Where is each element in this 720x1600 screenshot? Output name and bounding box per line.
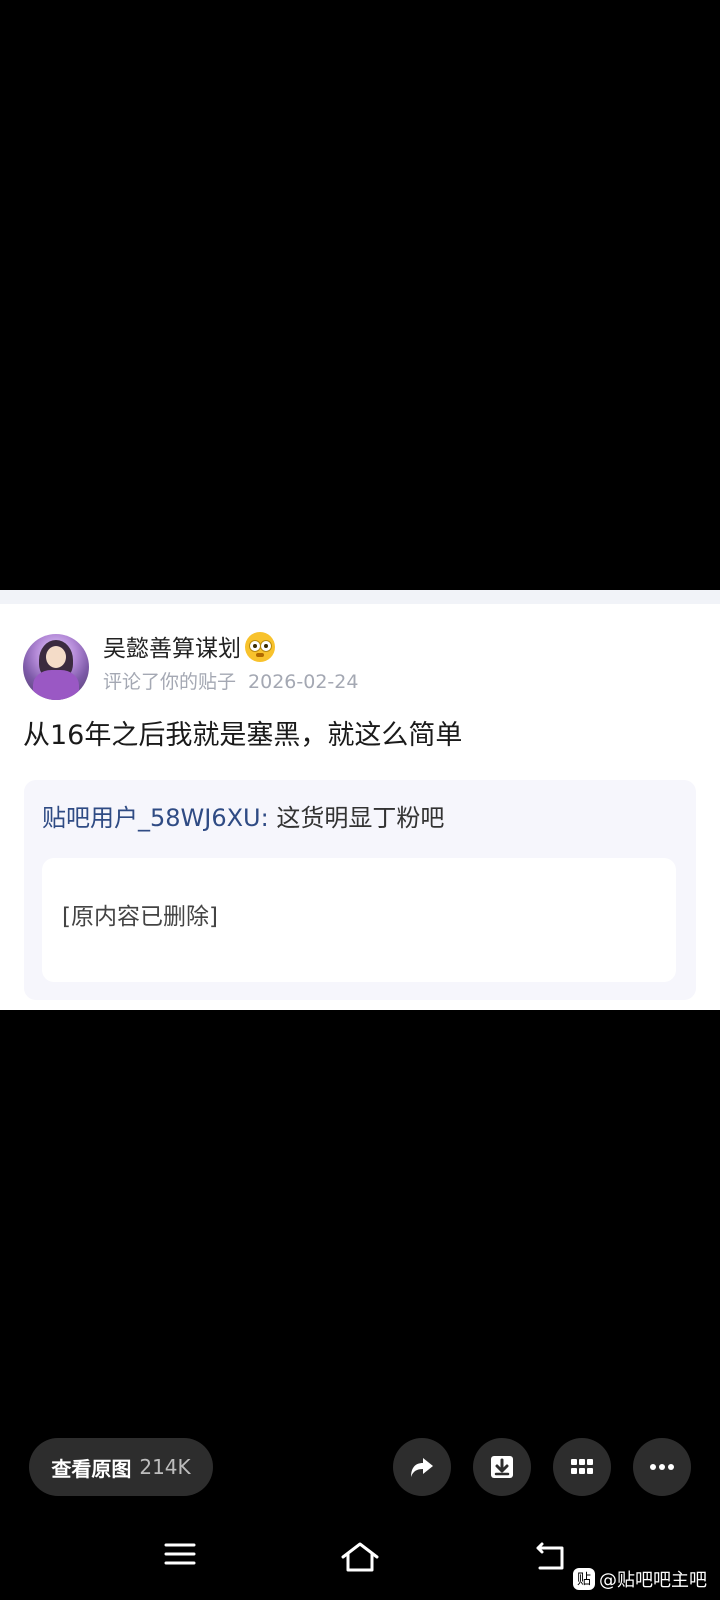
nav-back-button[interactable] [534, 1540, 568, 1576]
flushed-face-emoji-icon [245, 632, 275, 662]
tieba-logo-icon: 贴 [573, 1568, 595, 1590]
avatar-face [46, 646, 66, 668]
card-divider [0, 590, 720, 604]
view-original-button[interactable]: 查看原图 214K [29, 1438, 213, 1496]
grid-icon [571, 1459, 593, 1474]
quoted-text: 这货明显丁粉吧 [268, 804, 445, 832]
quote-line: 贴吧用户_58WJ6XU: 这货明显丁粉吧 [42, 802, 444, 834]
action-text: 评论了你的贴子 [103, 671, 237, 693]
notification-card: 吴懿善算谋划 评论了你的贴子 2026-02-24 从16年之后我就是塞黑，就这么… [0, 590, 720, 1010]
grid-button[interactable] [553, 1438, 611, 1496]
share-button[interactable] [393, 1438, 451, 1496]
home-icon [341, 1542, 379, 1572]
comment-text: 从16年之后我就是塞黑，就这么简单 [23, 720, 463, 751]
avatar-body [33, 670, 79, 700]
nav-home-button[interactable] [339, 1540, 381, 1578]
original-content-box[interactable]: [原内容已删除] [42, 858, 676, 982]
username[interactable]: 吴懿善算谋划 [103, 632, 275, 664]
more-button[interactable] [633, 1438, 691, 1496]
watermark: 贴 @贴吧吧主吧 [573, 1566, 707, 1592]
deleted-notice: [原内容已删除] [62, 904, 218, 930]
view-original-label: 查看原图 [51, 1456, 132, 1481]
quoted-user[interactable]: 贴吧用户_58WJ6XU: [42, 804, 269, 832]
post-date: 2026-02-24 [248, 671, 359, 693]
back-icon [536, 1542, 564, 1570]
quoted-post[interactable]: 贴吧用户_58WJ6XU: 这货明显丁粉吧 [原内容已删除] [24, 780, 696, 1000]
download-button[interactable] [473, 1438, 531, 1496]
image-size: 214K [139, 1455, 191, 1479]
avatar[interactable] [23, 634, 89, 700]
post-meta: 评论了你的贴子 2026-02-24 [103, 670, 358, 694]
nav-menu-button[interactable] [163, 1540, 197, 1572]
share-icon [411, 1458, 433, 1477]
more-icon [650, 1464, 674, 1470]
menu-icon [164, 1543, 196, 1565]
download-icon [491, 1456, 513, 1478]
watermark-text: @贴吧吧主吧 [599, 1570, 707, 1591]
username-text[interactable]: 吴懿善算谋划 [103, 636, 241, 662]
